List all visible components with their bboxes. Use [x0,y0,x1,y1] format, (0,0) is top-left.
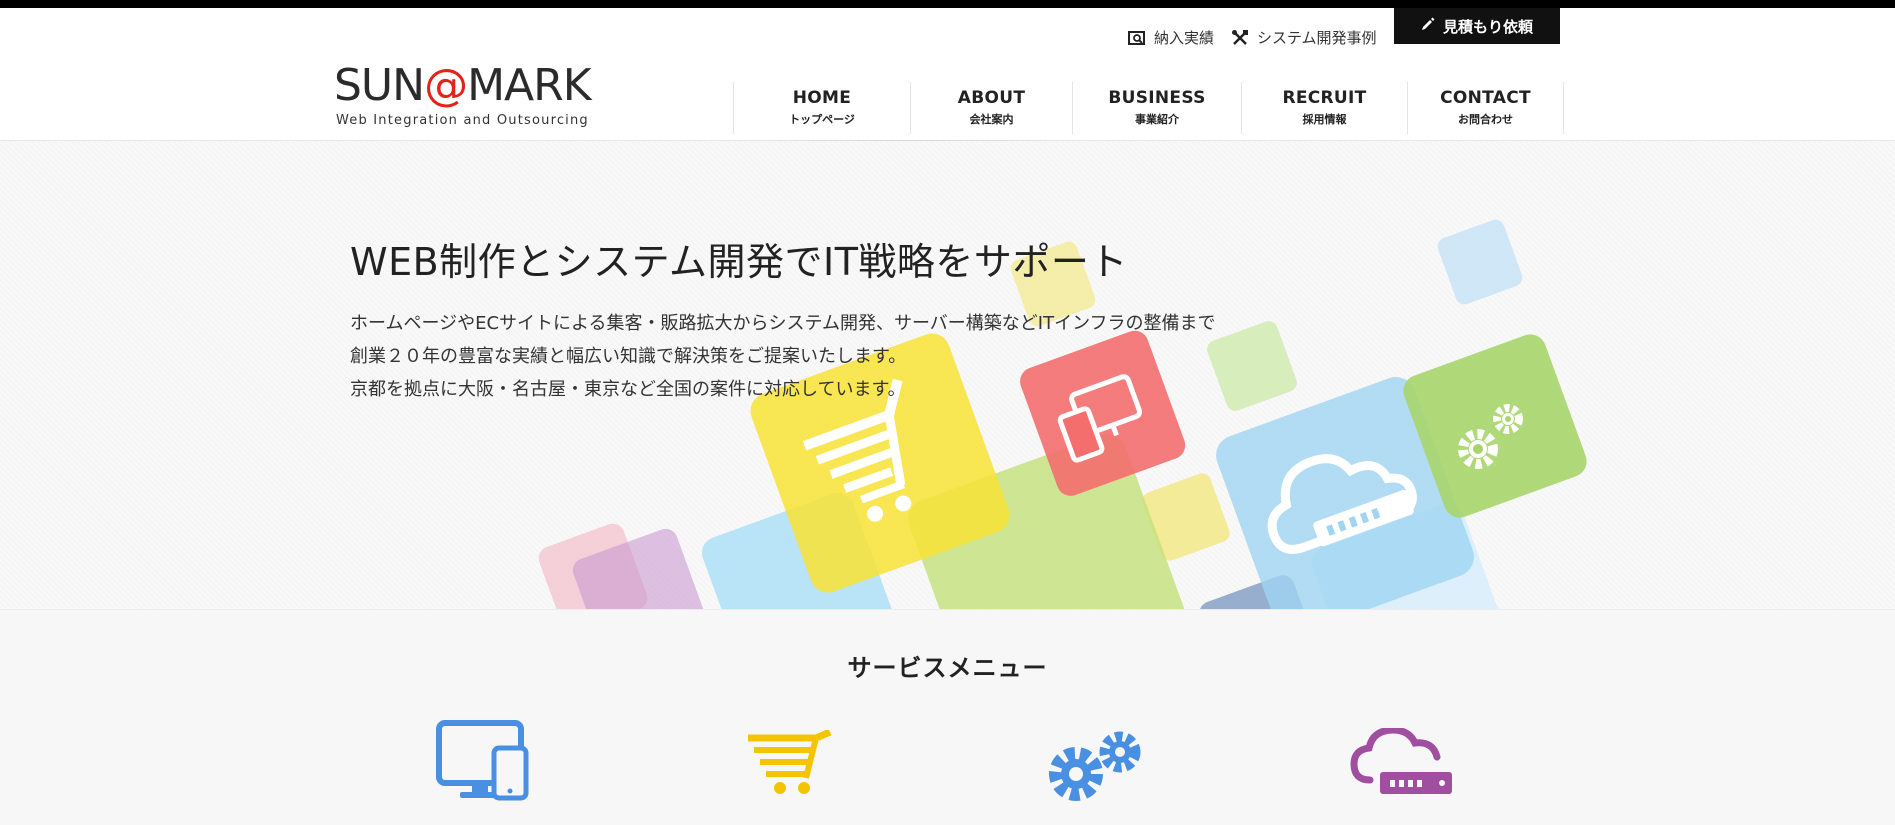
nav-item-label: ABOUT [957,88,1026,108]
nav-item-about[interactable]: ABOUT 会社案内 [911,82,1073,134]
service-menu-title: サービスメニュー [847,654,1048,682]
nav-item-label: CONTACT [1440,88,1531,108]
nav-item-label: HOME [792,88,852,108]
search-document-icon [1128,30,1146,46]
nav-item-home[interactable]: HOME トップページ [734,82,911,134]
section-divider [0,609,1895,610]
works-link-label: 納入実績 [1154,29,1215,47]
gears-icon [1049,731,1141,801]
nav-item-label: BUSINESS [1108,88,1206,108]
site-logo[interactable]: SUN@MARK Web Integration and Outsourcing [334,60,594,130]
tools-icon [1231,29,1249,47]
hero-title: WEB制作とシステム開発でIT戦略をサポート [350,240,1128,284]
logo-wordmark: SUN@MARK [334,60,592,111]
pencil-icon [1421,17,1435,35]
top-black-bar [0,0,1895,8]
service-system-gears[interactable] [1044,728,1148,808]
cloud-server-icon [1350,726,1452,794]
hero-text-line: 創業２０年の豊富な実績と幅広い知識で解決策をご提案いたします。 [350,346,907,367]
devices-icon [436,720,529,801]
hero-illustration [538,219,1587,609]
logo-subtitle: Web Integration and Outsourcing [336,113,589,128]
nav-item-sublabel: 会社案内 [969,113,1014,126]
service-web-devices[interactable] [436,720,532,808]
nav-item-business[interactable]: BUSINESS 事業紹介 [1073,82,1242,134]
nav-item-label: RECRUIT [1282,88,1367,108]
nav-item-sublabel: トップページ [789,113,855,126]
cart-icon [748,728,832,794]
works-link[interactable]: 納入実績 [1128,27,1214,48]
estimate-request-label: 見積もり依頼 [1442,17,1533,36]
main-navigation: HOME トップページ ABOUT 会社案内 BUSINESS 事業紹介 REC… [733,82,1564,134]
hero-text-line: ホームページやECサイトによる集客・販路拡大からシステム開発、サーバー構築などI… [350,313,1216,334]
service-infra-cloud[interactable] [1350,726,1456,804]
system-cases-link[interactable]: システム開発事例 [1231,27,1377,48]
nav-item-recruit[interactable]: RECRUIT 採用情報 [1242,82,1408,134]
nav-item-contact[interactable]: CONTACT お問合わせ [1408,82,1564,134]
nav-item-sublabel: 事業紹介 [1135,113,1179,126]
site-header: SUN@MARK Web Integration and Outsourcing… [0,8,1895,141]
estimate-request-button[interactable]: 見積もり依頼 [1394,8,1560,44]
service-ec-cart[interactable] [746,728,834,800]
hero-section: WEB制作とシステム開発でIT戦略をサポート ホームページやECサイトによる集客… [0,141,1895,609]
nav-item-sublabel: お問合わせ [1458,113,1513,126]
hero-text-line: 京都を拠点に大阪・名古屋・東京など全国の案件に対応しています。 [350,379,906,400]
system-cases-link-label: システム開発事例 [1257,29,1377,47]
nav-item-sublabel: 採用情報 [1302,113,1347,126]
